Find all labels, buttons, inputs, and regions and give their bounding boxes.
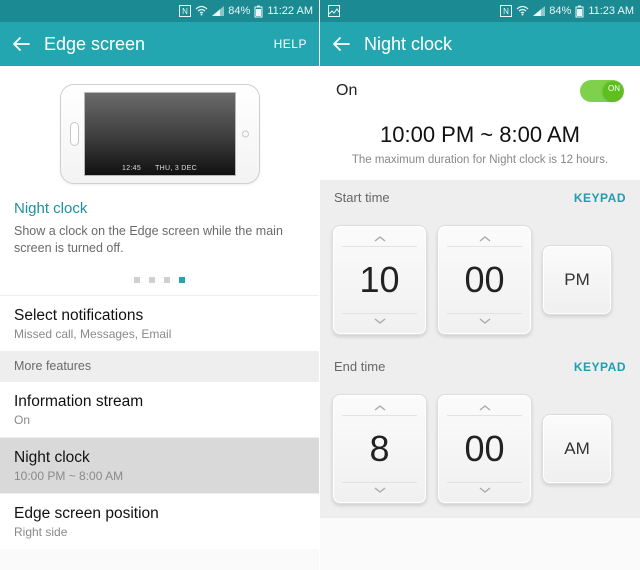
svg-text:N: N [182,7,188,16]
card-description: Show a clock on the Edge screen while th… [14,223,305,257]
signal-icon [212,6,224,16]
start-time-picker: 10 00 PM [320,215,640,349]
back-icon[interactable] [12,35,30,53]
row-select-notifications[interactable]: Select notifications Missed call, Messag… [0,295,319,351]
page-indicator [0,267,319,295]
time-range-display: 10:00 PM ~ 8:00 AM The maximum duration … [320,116,640,180]
row-subtitle: On [14,413,305,427]
battery-percent: 84% [228,5,250,17]
battery-icon [575,5,584,18]
edge-screen-pane: N 84% 11:22 AM Edge screen HELP 12:45 TH… [0,0,320,570]
chevron-up-icon[interactable] [478,401,492,415]
row-subtitle: Missed call, Messages, Email [14,327,305,341]
range-text: 10:00 PM ~ 8:00 AM [330,122,630,148]
chevron-down-icon[interactable] [373,483,387,497]
app-bar: Night clock [320,22,640,66]
appbar-title: Edge screen [44,34,260,55]
ampm-toggle[interactable]: PM [542,245,612,315]
dot[interactable] [149,277,155,283]
chevron-up-icon[interactable] [478,232,492,246]
signal-icon [533,6,545,16]
row-subtitle: 10:00 PM ~ 8:00 AM [14,469,305,483]
appbar-title: Night clock [364,34,628,55]
end-time-picker: 8 00 AM [320,384,640,518]
back-icon[interactable] [332,35,350,53]
hour-spinner[interactable]: 10 [332,225,427,335]
hour-value: 10 [342,246,416,314]
start-label: Start time [334,190,574,205]
phone-illustration: 12:45 THU, 3 DEC [60,84,260,184]
status-time: 11:22 AM [267,5,313,17]
card-title: Night clock [14,200,305,217]
toggle-switch[interactable]: ON [580,80,624,102]
battery-icon [254,5,263,18]
row-title: Edge screen position [14,505,305,523]
feature-card[interactable]: Night clock Show a clock on the Edge scr… [0,188,319,267]
row-title: Select notifications [14,307,305,325]
minute-spinner[interactable]: 00 [437,225,532,335]
section-more-features: More features [0,351,319,381]
preview-area: 12:45 THU, 3 DEC [0,66,319,188]
help-button[interactable]: HELP [274,37,307,51]
dot-active[interactable] [179,277,185,283]
ampm-toggle[interactable]: AM [542,414,612,484]
night-clock-pane: N 84% 11:23 AM Night clock On ON 10:00 P… [320,0,640,570]
end-time-header: End time KEYPAD [320,349,640,384]
chevron-down-icon[interactable] [373,314,387,328]
dot[interactable] [134,277,140,283]
row-night-clock[interactable]: Night clock 10:00 PM ~ 8:00 AM [0,437,319,493]
status-bar: N 84% 11:23 AM [320,0,640,22]
toggle-text: ON [608,84,620,93]
app-bar: Edge screen HELP [0,22,319,66]
row-edge-position[interactable]: Edge screen position Right side [0,493,319,549]
row-information-stream[interactable]: Information stream On [0,381,319,437]
chevron-down-icon[interactable] [478,314,492,328]
row-title: Information stream [14,393,305,411]
wifi-icon [516,6,529,16]
minute-spinner[interactable]: 00 [437,394,532,504]
on-toggle-row[interactable]: On ON [320,66,640,116]
chevron-up-icon[interactable] [373,401,387,415]
row-title: Night clock [14,449,305,467]
nfc-icon: N [179,5,191,17]
image-icon [328,5,340,17]
minute-value: 00 [447,415,521,483]
minute-value: 00 [447,246,521,314]
wifi-icon [195,6,208,16]
preview-clock: 12:45 [122,165,141,172]
battery-percent: 84% [549,5,571,17]
row-subtitle: Right side [14,525,305,539]
hour-value: 8 [342,415,416,483]
chevron-up-icon[interactable] [373,232,387,246]
chevron-down-icon[interactable] [478,483,492,497]
start-time-header: Start time KEYPAD [320,180,640,215]
keypad-button[interactable]: KEYPAD [574,191,626,205]
on-label: On [336,82,580,100]
end-label: End time [334,359,574,374]
hour-spinner[interactable]: 8 [332,394,427,504]
range-note: The maximum duration for Night clock is … [330,154,630,166]
preview-date: THU, 3 DEC [155,165,197,172]
nfc-icon: N [500,5,512,17]
svg-text:N: N [503,7,509,16]
status-time: 11:23 AM [588,5,634,17]
dot[interactable] [164,277,170,283]
keypad-button[interactable]: KEYPAD [574,360,626,374]
status-bar: N 84% 11:22 AM [0,0,319,22]
